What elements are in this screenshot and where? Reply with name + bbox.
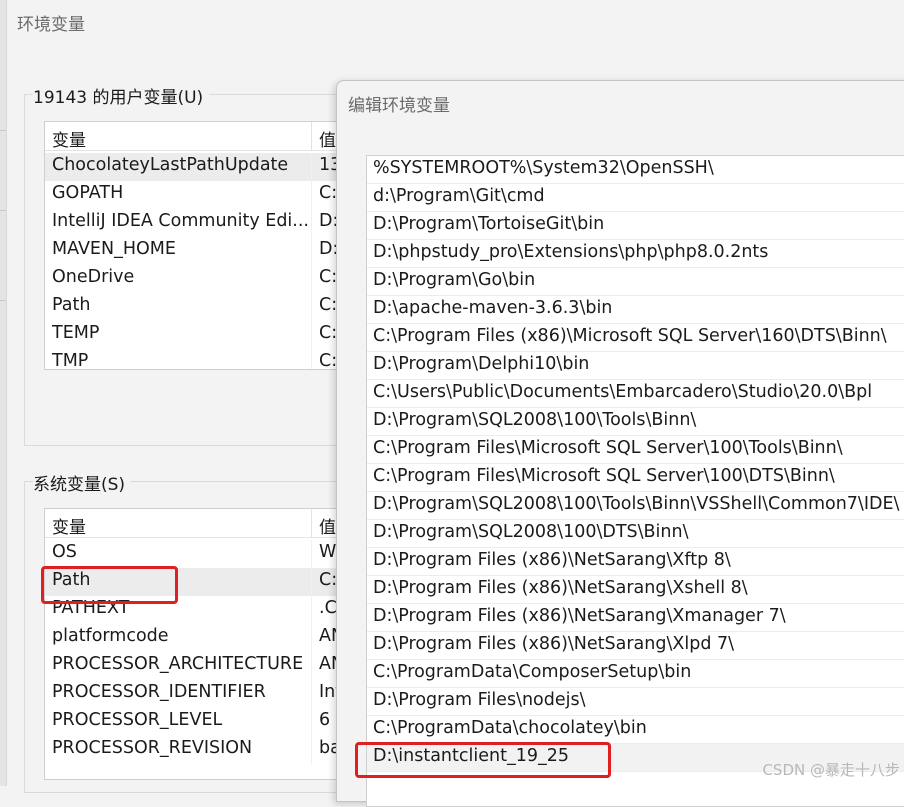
table-row[interactable]: platformcode AN — [45, 624, 345, 652]
table-row[interactable]: TEMP C: — [45, 321, 345, 349]
list-item[interactable]: D:\Program\Delphi10\bin — [367, 352, 904, 380]
edit-env-dialog: 编辑环境变量 %SYSTEMROOT%\System32\OpenSSH\ d:… — [336, 80, 904, 807]
table-row[interactable]: PROCESSOR_ARCHITECTURE AN — [45, 652, 345, 680]
table-row[interactable]: PROCESSOR_IDENTIFIER Int — [45, 680, 345, 708]
watermark: CSDN @暴走十八步 — [762, 761, 900, 779]
system-vars-list[interactable]: 变量 值 OS W Path C: PATHEXT .C platformcod… — [44, 508, 346, 780]
list-item[interactable]: C:\Program Files\Microsoft SQL Server\10… — [367, 436, 904, 464]
list-item[interactable]: D:\Program\SQL2008\100\Tools\Binn\ — [367, 408, 904, 436]
path-highlight-box — [41, 566, 178, 604]
list-item[interactable]: %SYSTEMROOT%\System32\OpenSSH\ — [367, 156, 904, 184]
table-row[interactable]: TMP C: — [45, 349, 345, 369]
path-list[interactable]: %SYSTEMROOT%\System32\OpenSSH\ d:\Progra… — [366, 155, 904, 807]
instantclient-highlight-box — [355, 742, 611, 778]
list-item[interactable]: D:\Program Files (x86)\NetSarang\Xmanage… — [367, 604, 904, 632]
list-item[interactable]: D:\phpstudy_pro\Extensions\php\php8.0.2n… — [367, 240, 904, 268]
list-item[interactable]: D:\Program\Go\bin — [367, 268, 904, 296]
table-row[interactable]: PROCESSOR_LEVEL 6 — [45, 708, 345, 736]
list-item[interactable]: D:\Program\SQL2008\100\DTS\Binn\ — [367, 520, 904, 548]
list-item[interactable]: D:\apache-maven-3.6.3\bin — [367, 296, 904, 324]
list-item[interactable]: D:\Program Files (x86)\NetSarang\Xlpd 7\ — [367, 632, 904, 660]
table-row[interactable]: Path C: — [45, 293, 345, 321]
column-header-value[interactable]: 值 — [319, 126, 336, 151]
background-window-edge — [0, 0, 7, 786]
list-item[interactable]: C:\ProgramData\chocolatey\bin — [367, 716, 904, 744]
column-header-name[interactable]: 变量 — [52, 126, 86, 151]
table-row[interactable]: OneDrive C: — [45, 265, 345, 293]
column-header-value[interactable]: 值 — [319, 513, 336, 538]
table-row[interactable]: ChocolateyLastPathUpdate 13 — [45, 153, 345, 181]
table-row[interactable]: GOPATH C: — [45, 181, 345, 209]
table-row[interactable]: IntelliJ IDEA Community Edi... D: — [45, 209, 345, 237]
list-item[interactable]: D:\Program Files (x86)\NetSarang\Xshell … — [367, 576, 904, 604]
list-item[interactable]: D:\Program\SQL2008\100\Tools\Binn\VSShel… — [367, 492, 904, 520]
list-item[interactable]: C:\ProgramData\ComposerSetup\bin — [367, 660, 904, 688]
user-vars-label: 19143 的用户变量(U) — [33, 83, 210, 108]
list-item[interactable]: D:\Program Files\nodejs\ — [367, 688, 904, 716]
table-row[interactable]: MAVEN_HOME D: — [45, 237, 345, 265]
dialog-title: 编辑环境变量 — [348, 96, 450, 116]
system-vars-label: 系统变量(S) — [33, 470, 132, 495]
user-vars-header: 变量 值 — [45, 122, 345, 151]
system-vars-header: 变量 值 — [45, 509, 345, 538]
table-row[interactable]: OS W — [45, 540, 345, 568]
window-title: 环境变量 — [17, 15, 85, 35]
list-item[interactable]: D:\Program Files (x86)\NetSarang\Xftp 8\ — [367, 548, 904, 576]
table-row[interactable]: PROCESSOR_REVISION ba — [45, 736, 345, 764]
list-item[interactable]: C:\Program Files\Microsoft SQL Server\10… — [367, 464, 904, 492]
list-item[interactable]: C:\Program Files (x86)\Microsoft SQL Ser… — [367, 324, 904, 352]
list-item[interactable]: C:\Users\Public\Documents\Embarcadero\St… — [367, 380, 904, 408]
list-item[interactable]: D:\Program\TortoiseGit\bin — [367, 212, 904, 240]
user-vars-list[interactable]: 变量 值 ChocolateyLastPathUpdate 13 GOPATH … — [44, 121, 346, 370]
column-header-name[interactable]: 变量 — [52, 513, 86, 538]
list-item[interactable]: d:\Program\Git\cmd — [367, 184, 904, 212]
